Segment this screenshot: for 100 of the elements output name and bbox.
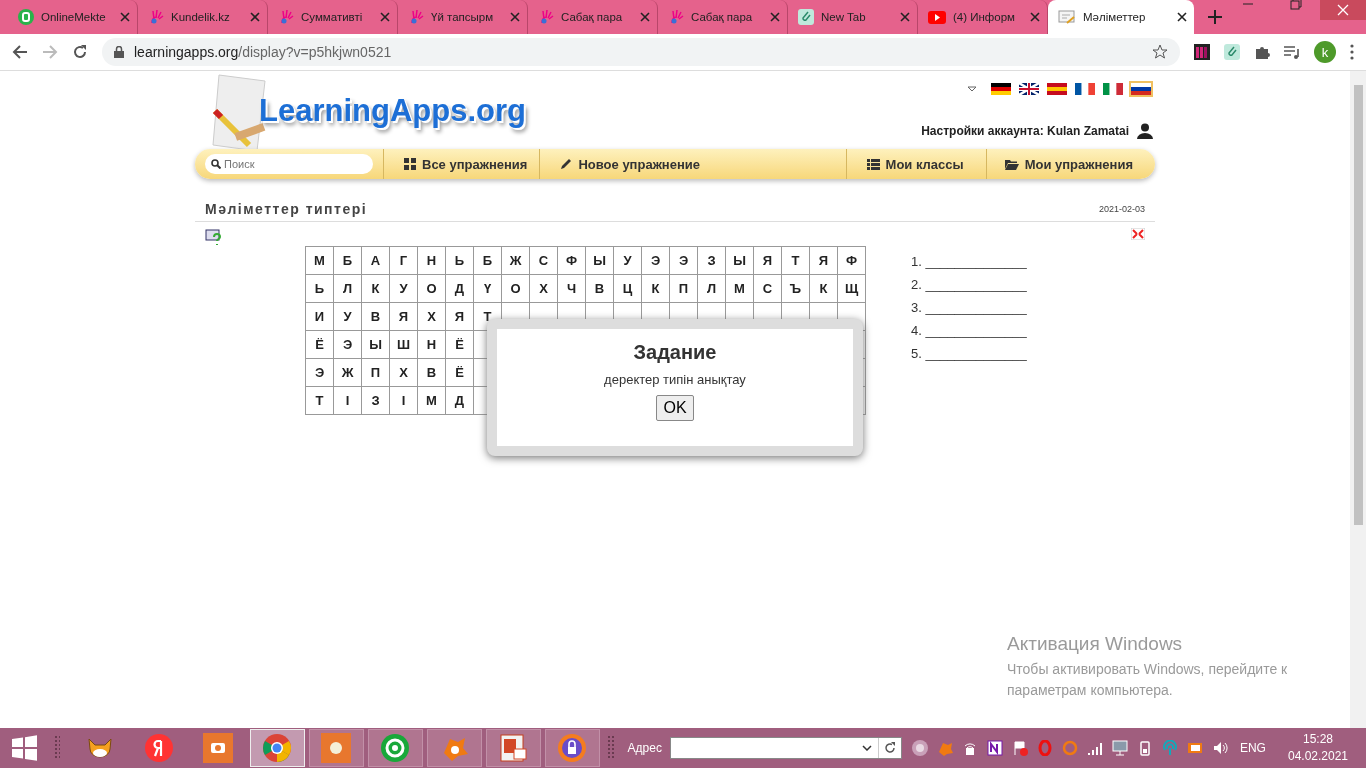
input-language[interactable]: ENG <box>1239 741 1266 755</box>
nav-link[interactable]: Новое упражнение <box>539 149 712 179</box>
shield-lock-icon[interactable] <box>557 733 588 763</box>
star-icon[interactable] <box>1152 44 1168 60</box>
new-tab-icon[interactable] <box>1208 10 1222 24</box>
language-flag[interactable] <box>1073 81 1097 97</box>
grid-cell[interactable]: Ь <box>306 275 333 302</box>
grid-cell[interactable]: Я <box>810 247 837 274</box>
display-share-icon[interactable] <box>1186 740 1203 756</box>
taskbar-app[interactable] <box>367 729 423 767</box>
windows-logo-icon[interactable] <box>12 735 37 761</box>
grid-cell[interactable]: И <box>306 303 333 330</box>
grid-cell[interactable]: Э <box>642 247 669 274</box>
close-window-icon[interactable] <box>1320 0 1366 20</box>
close-icon[interactable] <box>1177 12 1187 22</box>
grid-cell[interactable]: Г <box>390 247 417 274</box>
help-icon[interactable] <box>205 228 223 246</box>
grid-cell[interactable]: Я <box>390 303 417 330</box>
grid-cell[interactable]: У <box>614 247 641 274</box>
nav-link[interactable]: Все упражнения <box>383 149 540 179</box>
grid-cell[interactable]: В <box>362 303 389 330</box>
grid-cell[interactable]: Б <box>334 247 361 274</box>
grid-cell[interactable]: І <box>390 387 417 414</box>
grid-cell[interactable]: В <box>418 359 445 386</box>
camera-icon[interactable] <box>203 733 233 763</box>
grid-cell[interactable]: Э <box>334 331 361 358</box>
grid-cell[interactable]: І <box>334 387 361 414</box>
browser-tab[interactable]: Мәліметтер <box>1048 0 1194 34</box>
grid-cell[interactable]: Ж <box>334 359 361 386</box>
speaker-icon[interactable] <box>1211 740 1228 756</box>
reload-icon[interactable] <box>72 44 88 60</box>
taskbar-clock[interactable]: 15:28 04.02.2021 <box>1287 731 1348 765</box>
flag-error-icon[interactable] <box>1011 740 1028 756</box>
grid-cell[interactable]: Я <box>446 303 473 330</box>
search-field[interactable]: Поиск <box>205 154 373 174</box>
grid-cell[interactable]: О <box>502 275 529 302</box>
grid-cell[interactable]: Щ <box>838 275 865 302</box>
grid-cell[interactable]: Ё <box>446 331 473 358</box>
grid-cell[interactable]: Л <box>698 275 725 302</box>
grid-cell[interactable]: Э <box>306 359 333 386</box>
bars-extension-icon[interactable] <box>1194 44 1210 60</box>
grid-cell[interactable]: Ж <box>502 247 529 274</box>
language-flag[interactable] <box>1045 81 1069 97</box>
profile-avatar[interactable]: k <box>1314 41 1336 63</box>
at-sign-icon[interactable] <box>380 733 411 763</box>
grid-cell[interactable]: Т <box>782 247 809 274</box>
grid-cell[interactable]: Ц <box>614 275 641 302</box>
grid-cell[interactable]: Х <box>530 275 557 302</box>
playlist-icon[interactable] <box>1284 45 1300 59</box>
grid-cell[interactable]: Ы <box>362 331 389 358</box>
scrollbar[interactable] <box>1350 71 1366 728</box>
taskbar-app[interactable] <box>426 729 482 767</box>
grid-cell[interactable]: Ы <box>726 247 753 274</box>
grid-cell[interactable]: Ё <box>306 331 333 358</box>
grid-cell[interactable]: П <box>362 359 389 386</box>
grid-cell[interactable]: В <box>586 275 613 302</box>
circle-s-icon[interactable] <box>911 740 928 756</box>
language-flag[interactable] <box>989 81 1013 97</box>
grid-cell[interactable]: У <box>334 303 361 330</box>
puzzle-icon[interactable] <box>1254 44 1270 60</box>
grid-cell[interactable]: Д <box>446 275 473 302</box>
n-notebook-icon[interactable] <box>986 740 1003 756</box>
y-logo-icon[interactable] <box>143 733 174 763</box>
grid-cell[interactable]: М <box>306 247 333 274</box>
address-field[interactable] <box>669 737 902 759</box>
grid-cell[interactable]: З <box>698 247 725 274</box>
chrome-logo-icon[interactable] <box>262 733 293 763</box>
grid-cell[interactable]: Х <box>390 359 417 386</box>
grid-cell[interactable]: О <box>418 275 445 302</box>
grid-cell[interactable]: Ш <box>390 331 417 358</box>
grid-cell[interactable]: М <box>418 387 445 414</box>
dropdown-caret-icon[interactable] <box>967 86 977 92</box>
grid-cell[interactable]: Ь <box>446 247 473 274</box>
grid-cell[interactable]: К <box>362 275 389 302</box>
record-icon[interactable] <box>321 733 352 763</box>
grid-cell[interactable]: Ч <box>558 275 585 302</box>
grid-cell[interactable]: С <box>530 247 557 274</box>
grid-cell[interactable]: А <box>362 247 389 274</box>
taskbar-app[interactable] <box>308 729 364 767</box>
nav-link[interactable]: Мои классы <box>845 149 986 179</box>
grid-cell[interactable]: Т <box>306 387 333 414</box>
grid-cell[interactable]: Я <box>754 247 781 274</box>
grid-cell[interactable]: У <box>390 275 417 302</box>
grid-cell[interactable]: Ү <box>474 275 501 302</box>
ok-button[interactable]: OK <box>656 395 694 421</box>
site-logo[interactable]: LearningApps.org <box>259 93 526 129</box>
grid-cell[interactable]: Ъ <box>782 275 809 302</box>
more-icon[interactable] <box>1350 44 1354 60</box>
grid-cell[interactable]: Ё <box>446 359 473 386</box>
back-icon[interactable] <box>12 44 28 60</box>
presentation-icon[interactable] <box>498 733 529 763</box>
taskbar-app[interactable] <box>485 729 541 767</box>
address-bar[interactable]: learningapps.org/display?v=p5hkjwn0521 <box>102 38 1180 66</box>
grid-cell[interactable]: Н <box>418 331 445 358</box>
grid-cell[interactable]: П <box>670 275 697 302</box>
language-flag[interactable] <box>1017 81 1041 97</box>
grid-cell[interactable]: Ы <box>586 247 613 274</box>
restore-icon[interactable] <box>1290 0 1302 10</box>
grid-cell[interactable]: Ф <box>838 247 865 274</box>
grid-cell[interactable]: Э <box>670 247 697 274</box>
